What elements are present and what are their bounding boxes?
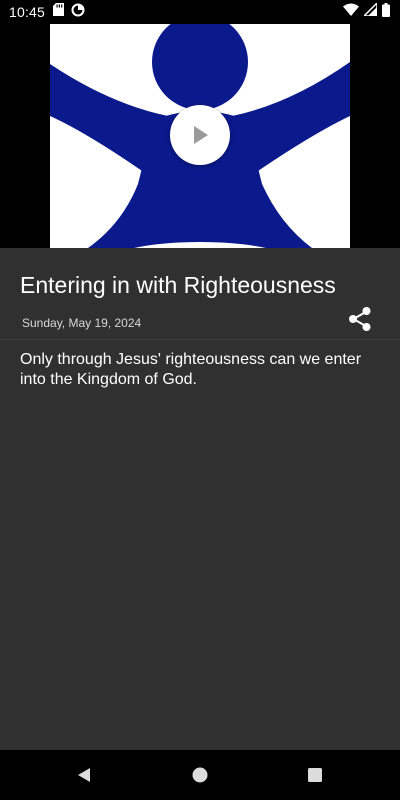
status-time: 10:45	[9, 4, 46, 20]
data-saver-icon	[71, 3, 85, 22]
app-screen: 10:45 Entering in with Righteousness Sun…	[0, 0, 400, 800]
video-player[interactable]	[0, 24, 400, 248]
nav-back-button[interactable]	[72, 763, 96, 787]
signal-icon	[362, 1, 378, 21]
sermon-description: Only through Jesus' righteousness can we…	[20, 351, 362, 388]
divider	[0, 339, 400, 340]
battery-icon	[382, 2, 390, 22]
back-icon	[78, 768, 90, 782]
recents-icon	[308, 768, 322, 782]
navigation-bar	[0, 750, 400, 800]
status-bar: 10:45	[0, 0, 400, 24]
sermon-date: Sunday, May 19, 2024	[22, 316, 142, 330]
status-right-icons	[343, 0, 390, 24]
status-left-icons	[53, 3, 85, 22]
play-button[interactable]	[170, 105, 230, 165]
share-button[interactable]	[344, 303, 376, 335]
nav-home-button[interactable]	[188, 763, 212, 787]
sd-card-icon	[53, 3, 65, 21]
nav-recents-button[interactable]	[303, 763, 327, 787]
play-icon	[194, 126, 208, 144]
wifi-icon	[343, 3, 359, 21]
sermon-title: Entering in with Righteousness	[20, 272, 336, 298]
share-icon	[349, 307, 371, 331]
home-icon	[192, 767, 208, 783]
